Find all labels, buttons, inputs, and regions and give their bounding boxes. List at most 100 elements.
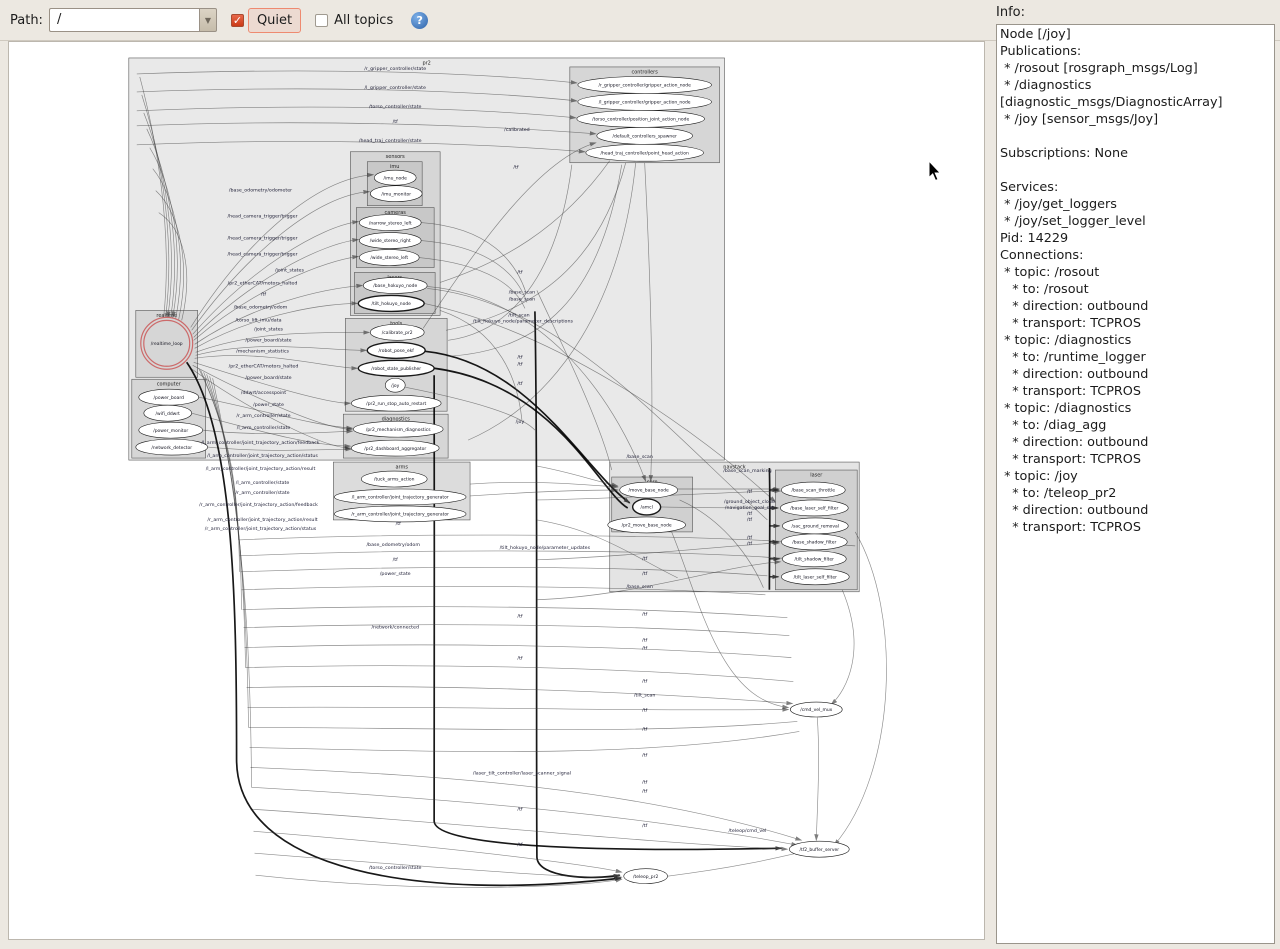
node-wide-stereo-right[interactable]: /wide_stereo_right <box>359 233 421 249</box>
edge-topic-label: /tf <box>396 521 401 527</box>
all-topics-checkbox[interactable] <box>315 14 328 27</box>
node-base-hokuyo-node[interactable]: /base_hokuyo_node <box>363 277 427 293</box>
edge-topic-label: /joint_states <box>275 267 305 273</box>
graph-canvas[interactable]: pr2controllerssensorsimucameraslaserstoo… <box>8 41 985 940</box>
edge-topic-label: /tf <box>517 381 522 387</box>
node-narrow-stereo-left[interactable]: /narrow_stereo_left <box>359 215 421 231</box>
node-tilt-shadow-filter[interactable]: /tilt_shadow_filter <box>782 551 846 567</box>
node-base-scan-throttle[interactable]: /base_scan_throttle <box>781 482 845 498</box>
edge-topic-label: /tf <box>517 614 522 620</box>
node-tilt-hokuyo-node[interactable]: /tilt_hokuyo_node <box>358 295 424 311</box>
node-pr2-move-base-node[interactable]: /pr2_move_base_node <box>608 517 686 533</box>
node-wide-stereo-left[interactable]: /wide_stereo_left <box>359 250 419 266</box>
edge-topic-label: /r_arm_controller/joint_trajectory_actio… <box>199 502 318 508</box>
path-label: Path: <box>10 13 43 28</box>
node-label: /cmd_vel_mux <box>800 707 832 713</box>
edge-topic-label: /navigation_goal_set <box>725 505 774 511</box>
quiet-label[interactable]: Quiet <box>248 8 301 33</box>
node-pr2-mechanism-diagnostics[interactable]: /pr2_mechanism_diagnostics <box>353 421 443 437</box>
node-label: /base_shadow_filter <box>792 540 836 546</box>
node-calibrate-pr2[interactable]: /calibrate_pr2 <box>370 324 424 340</box>
node-cmd-vel-mux[interactable]: /cmd_vel_mux <box>790 702 842 717</box>
edge-topic-label: /tf <box>517 842 522 848</box>
node-network-detector[interactable]: /network_detector <box>136 439 208 455</box>
chevron-down-icon: ▼ <box>205 16 211 25</box>
cluster-label: arms <box>395 465 408 471</box>
node-l-arm-controller-joint-trajectory-generator[interactable]: /l_arm_controller/joint_trajectory_gener… <box>334 489 466 505</box>
edge-topic-label: /base_odometry/odom <box>366 542 420 548</box>
edge-topic-label: /power_board/state <box>245 337 291 343</box>
node-pr2-dashboard-aggregator[interactable]: /pr2_dashboard_aggregator <box>351 440 439 456</box>
node-amcl[interactable]: /amcl <box>633 499 661 515</box>
node-tilt-laser-self-filter[interactable]: /tilt_laser_self_filter <box>781 569 849 585</box>
node-power-monitor[interactable]: /power_monitor <box>139 422 203 438</box>
node-robot-state-publisher[interactable]: /robot_state_publisher <box>358 360 434 376</box>
graph-edge <box>470 490 618 496</box>
edge-topic-label: /tf <box>517 354 522 360</box>
node-base-shadow-filter[interactable]: /base_shadow_filter <box>781 534 847 550</box>
edge-topic-label: /head_camera_trigger/trigger <box>227 236 297 242</box>
node-tf2-buffer-server[interactable]: /tf2_buffer_server <box>789 841 849 857</box>
all-topics-label[interactable]: All topics <box>334 13 393 28</box>
edge-topic-label: /tf <box>642 726 647 732</box>
node-label: /teleop_pr2 <box>633 874 658 880</box>
edge-topic-label: /torso_lift_imu/data <box>236 317 282 323</box>
edge-topic-label: /head_traj_controller/state <box>359 138 422 144</box>
edge-topic-label: /joint_states <box>254 326 284 332</box>
edge-topic-label: /tf <box>393 557 398 563</box>
quiet-checkbox[interactable]: ✓ <box>231 14 244 27</box>
edge-topic-label: /r_arm_controller/state <box>236 413 290 419</box>
node-move-base-node[interactable]: /move_base_node <box>620 482 678 498</box>
graph-edge <box>816 717 818 840</box>
node-wifi-ddwrt[interactable]: /wifi_ddwrt <box>144 405 192 421</box>
graph-edge <box>470 482 618 487</box>
node-label: /amcl <box>641 505 653 511</box>
path-combobox[interactable]: / ▼ <box>49 8 217 32</box>
edge-topic-label: /base_scan <box>509 296 535 302</box>
edge-topic-label: /tf <box>747 489 752 495</box>
node-label: /wide_stereo_left <box>370 255 408 261</box>
node-base-laser-self-filter[interactable]: /base_laser_self_filter <box>780 500 848 516</box>
node-teleop-pr2[interactable]: /teleop_pr2 <box>624 869 668 884</box>
node-graph[interactable]: pr2controllerssensorsimucameraslaserstoo… <box>9 42 984 939</box>
graph-edge <box>254 831 622 872</box>
node-sac-ground-removal[interactable]: /sac_ground_removal <box>782 518 848 534</box>
edge-topic-label: /pr2_etherCAT/motors_halted <box>229 363 299 369</box>
node-tuck-arms-action[interactable]: /tuck_arms_action <box>361 471 427 487</box>
edge-topic-label: /tilt_hokuyo_node/parameter_descriptions <box>473 318 574 324</box>
node-label: /wide_stereo_right <box>370 238 411 244</box>
node-joy[interactable]: /joy <box>385 378 405 392</box>
node-head-traj-controller-point-head-action[interactable]: /head_traj_controller/point_head_action <box>586 144 704 161</box>
edge-topic-label: /tf <box>642 779 647 785</box>
node-r-gripper-controller-gripper-action-node[interactable]: /r_gripper_controller/gripper_action_nod… <box>578 76 712 93</box>
node-default-controllers-spawner[interactable]: /default_controllers_spawner <box>597 127 693 144</box>
node-pr2-run-stop-auto-restart[interactable]: /pr2_run_stop_auto_restart <box>351 395 441 411</box>
node-l-gripper-controller-gripper-action-node[interactable]: /l_gripper_controller/gripper_action_nod… <box>578 93 712 110</box>
help-icon[interactable]: ? <box>411 12 428 29</box>
edge-topic-label: /tilt_scan <box>508 312 529 318</box>
node-label: /torso_controller/position_joint_action_… <box>592 117 689 123</box>
edge-topic-label: /torso_controller/state <box>369 104 422 110</box>
cluster-label: pr2 <box>422 60 430 66</box>
node-imu-node[interactable]: /imu_node <box>374 170 416 185</box>
node-label: /l_arm_controller/joint_trajectory_gener… <box>352 495 449 501</box>
node-imu-monitor[interactable]: /imu_monitor <box>370 186 422 202</box>
node-label: /sac_ground_removal <box>792 524 840 530</box>
node-torso-controller-position-joint-action-node[interactable]: /torso_controller/position_joint_action_… <box>577 110 705 127</box>
node-power-board[interactable]: /power_board <box>139 389 199 405</box>
path-dropdown-button[interactable]: ▼ <box>199 8 217 32</box>
edge-topic-label: /tf <box>517 656 522 662</box>
node-label: /tf2_buffer_server <box>799 847 839 853</box>
node-r-arm-controller-joint-trajectory-generator[interactable]: /r_arm_controller/joint_trajectory_gener… <box>334 506 466 522</box>
node-robot-pose-ekf[interactable]: /robot_pose_ekf <box>367 342 425 358</box>
node-label: /power_board <box>153 395 184 401</box>
graph-edge <box>252 787 798 845</box>
path-input[interactable]: / <box>49 8 199 32</box>
edge-topic-label: /l_arm_controller/state <box>236 480 290 486</box>
edge-topic-label: /base_scan <box>626 584 652 590</box>
node-label: /calibrate_pr2 <box>382 330 413 336</box>
graph-edge <box>246 666 794 682</box>
graph-edge <box>249 721 798 729</box>
info-panel: Info: Node [/joy] Publications: * /rosou… <box>995 0 1278 949</box>
check-icon: ✓ <box>233 14 242 27</box>
